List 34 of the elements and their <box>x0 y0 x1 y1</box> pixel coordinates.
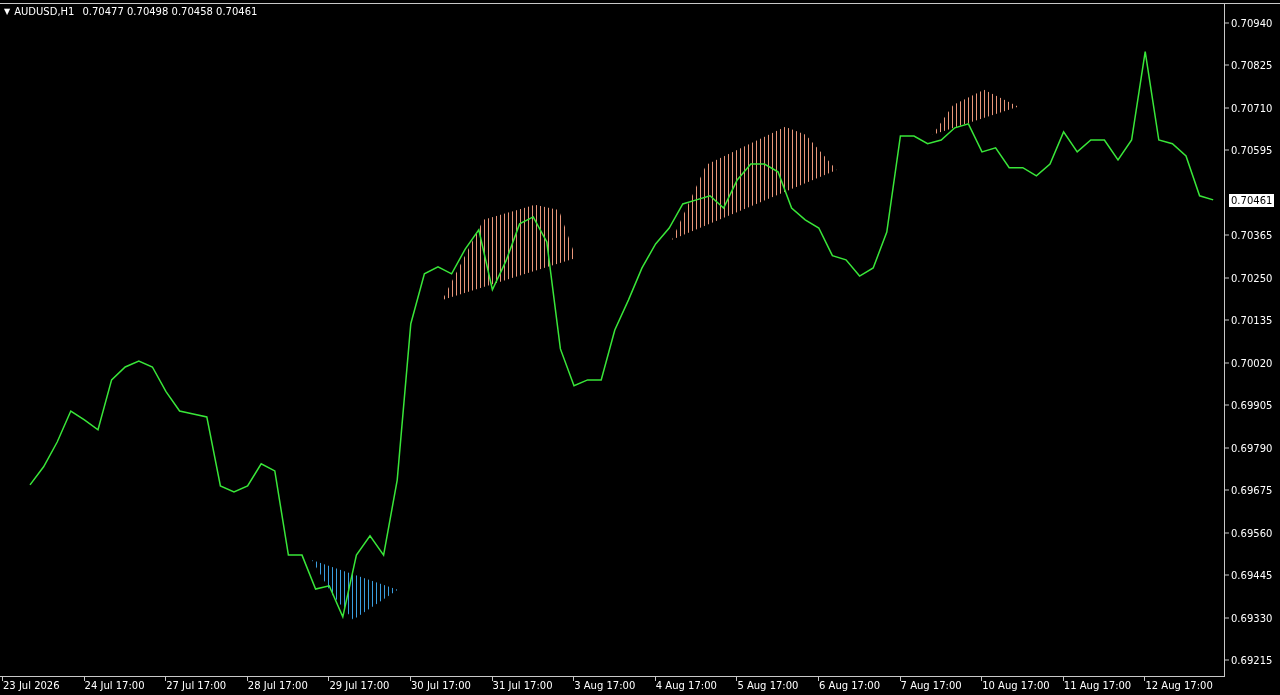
time-axis-label: 7 Aug 17:00 <box>900 680 962 691</box>
price-axis-label: 0.69445 <box>1231 569 1273 581</box>
time-axis-label: 31 Jul 17:00 <box>492 680 553 691</box>
price-axis-label: 0.70825 <box>1231 59 1273 71</box>
time-axis-label: 12 Aug 17:00 <box>1145 680 1213 691</box>
current-price-label: 0.70461 <box>1228 192 1276 208</box>
time-axis-label: 30 Jul 17:00 <box>411 680 471 691</box>
price-axis-label: 0.69215 <box>1231 654 1273 666</box>
price-axis-label: 0.69790 <box>1231 442 1273 454</box>
price-axis-label: 0.70020 <box>1231 357 1273 369</box>
time-axis-label: 3 Aug 17:00 <box>574 680 636 691</box>
time-axis-label: 28 Jul 17:00 <box>247 680 308 691</box>
price-axis-label: 0.69675 <box>1231 484 1273 496</box>
time-axis-label: 10 Aug 17:00 <box>982 680 1050 691</box>
price-axis-label: 0.69560 <box>1231 527 1273 539</box>
time-axis-label: 27 Jul 17:00 <box>166 680 227 691</box>
time-axis-label: 23 Jul 2026 <box>3 680 60 691</box>
price-axis-label: 0.70940 <box>1231 17 1273 29</box>
time-axis-label: 6 Aug 17:00 <box>819 680 881 691</box>
time-axis-label: 24 Jul 17:00 <box>84 680 145 691</box>
price-axis-label: 0.70135 <box>1231 314 1273 326</box>
time-axis-label: 29 Jul 17:00 <box>329 680 390 691</box>
price-axis-label: 0.70595 <box>1231 144 1273 156</box>
price-axis-label: 0.69905 <box>1231 399 1273 411</box>
price-axis-label: 0.70250 <box>1231 272 1273 284</box>
time-axis-label: 4 Aug 17:00 <box>655 680 717 691</box>
price-axis-label: 0.69330 <box>1231 612 1273 624</box>
symbol-label: AUDUSD,H1 <box>14 6 75 17</box>
menu-caret-icon[interactable]: ▼ <box>4 7 11 16</box>
price-axis-label: 0.70365 <box>1231 229 1273 241</box>
price-axis-label: 0.70710 <box>1231 102 1273 114</box>
time-axis-label: 11 Aug 17:00 <box>1063 680 1132 691</box>
time-axis-label: 5 Aug 17:00 <box>737 680 799 691</box>
ohlc-values: 0.70477 0.70498 0.70458 0.70461 <box>82 6 258 17</box>
